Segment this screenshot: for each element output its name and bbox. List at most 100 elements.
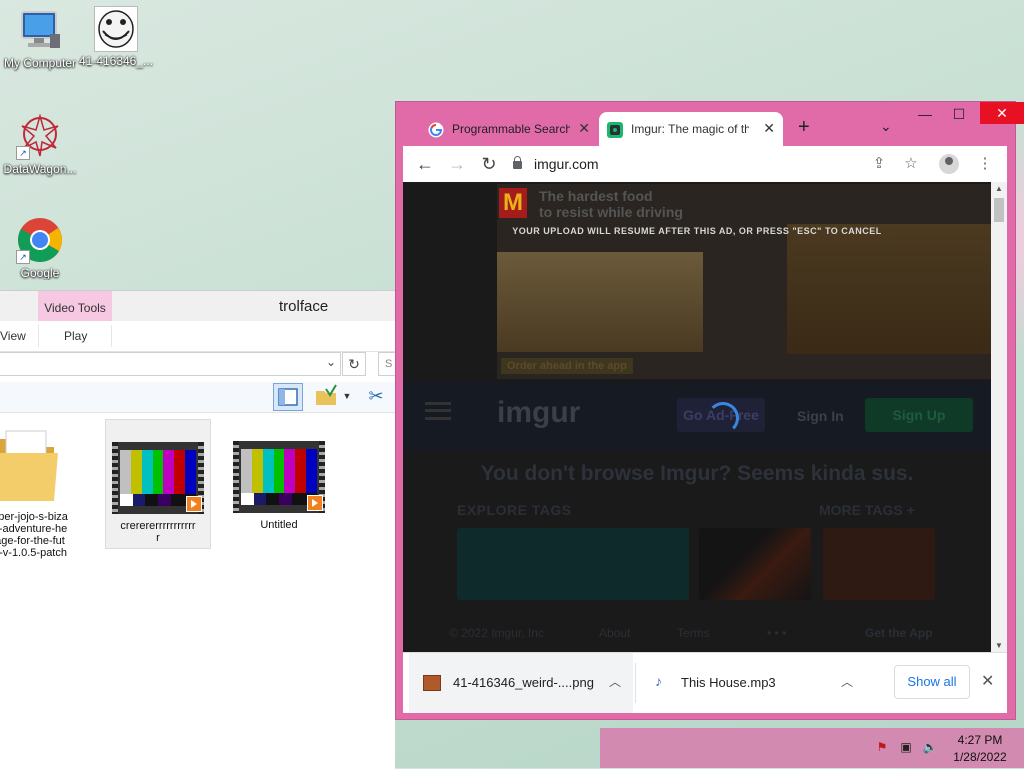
show-all-downloads-button[interactable]: Show all [894,665,970,699]
volume-muted-icon[interactable]: 🔈 [922,740,938,756]
tag-tile[interactable] [457,528,689,600]
tab-programmable-search[interactable]: Programmable Search E ✕ [420,112,598,146]
window-close-button[interactable]: ✕ [980,102,1024,124]
explorer-address-bar[interactable]: ⌄ [0,352,341,376]
page-viewport: M The hardest food to resist while drivi… [403,182,991,652]
download-options-chevron-icon[interactable]: ︿ [841,673,853,690]
footer-get-app-link[interactable]: Get the App [865,626,933,640]
file-name-line: uper-jojo-s-biza [0,511,68,523]
reload-icon[interactable]: ↻ [477,152,501,176]
sign-up-button[interactable]: Sign Up [865,398,973,432]
mcdonalds-logo-icon: M [499,188,527,218]
file-name-line: e-v-1.0.5-patch [0,547,67,559]
chrome-window: Programmable Search E ✕ Imgur: The magic… [395,101,1024,720]
tag-tile[interactable] [699,528,811,600]
minimize-icon[interactable]: — [910,102,940,126]
shortcut-arrow-icon: ↗ [16,146,30,160]
ribbon-divider [38,325,39,347]
menu-kebab-icon[interactable]: ⋮ [973,152,997,176]
page-scrollbar[interactable]: ▲ ▼ [991,182,1007,652]
desktop-icon-trollface-png[interactable]: 41-416346_... [76,6,156,68]
tab-imgur[interactable]: Imgur: The magic of the ✕ [599,112,783,146]
color-bars [120,450,197,494]
close-download-shelf-icon[interactable]: ✕ [981,671,994,691]
audio-file-icon: ♪ [655,673,662,689]
new-tab-plus-icon[interactable]: + [798,116,810,139]
scroll-up-arrow-icon[interactable]: ▲ [995,184,1003,193]
file-name-line: Untitled [260,519,298,531]
imgur-icon [607,122,623,138]
footer-terms-link[interactable]: Terms [677,626,710,640]
forward-arrow-icon[interactable]: → [445,152,469,176]
film-perforation [233,441,239,513]
bookmark-star-icon[interactable]: ☆ [899,152,923,176]
share-icon[interactable]: ⇪ [867,152,891,176]
footer-more-icon[interactable]: • • • [767,626,786,640]
chrome-icon: ↗ [16,216,64,264]
toolbar: ← → ↻ imgur.com ⇪ ☆ ⋮ [403,146,1007,182]
preview-pane-button[interactable] [273,383,303,411]
play-badge-icon [186,496,202,512]
ad-cta-button[interactable]: Order ahead in the app [501,358,633,374]
sign-in-link[interactable]: Sign In [797,408,844,424]
hamburger-menu-icon[interactable] [425,402,451,420]
color-bars [241,449,318,493]
file-item-video-untitled[interactable]: Untitled [227,419,331,531]
desktop-icon-google-chrome[interactable]: ↗ Google Chrome [0,216,80,280]
scissors-icon[interactable]: ✂ [362,383,390,409]
download-options-chevron-icon[interactable]: ︿ [609,673,621,690]
file-item-folder[interactable]: uper-jojo-s-biza e-adventure-he age-for-… [0,419,82,559]
address-bar[interactable]: imgur.com [513,152,893,176]
dropdown-arrow-icon[interactable]: ▼ [340,383,354,409]
tag-tile[interactable] [823,528,935,600]
file-item-video-selected[interactable]: crerererrrrrrrrrrr r [105,419,211,549]
ad-fries-image [787,224,991,354]
ad-headline-line-1: The hardest food [539,188,653,204]
trollface-image-icon [94,6,138,52]
desktop-icon-label: Google Chrome [20,266,60,280]
desktop-icon-label: My Computer [3,56,77,70]
download-item[interactable]: 41-416346_weird-....png ︿ [409,653,633,713]
more-tags-link[interactable]: MORE TAGS + [819,502,915,518]
footer-about-link[interactable]: About [599,626,630,640]
system-clock[interactable]: 4:27 PM 1/28/2022 [944,732,1016,766]
imgur-logo[interactable]: imgur [497,396,580,430]
action-center-flag-icon[interactable]: ⚑ [874,740,890,756]
datawagon-icon: ↗ [16,112,64,160]
shortcut-arrow-icon: ↗ [16,250,30,264]
download-shelf: 41-416346_weird-....png ︿ ♪ This House.m… [403,652,1007,713]
file-name-line: r [156,532,160,544]
folder-icon [0,419,76,511]
loading-spinner-icon [707,402,739,434]
explore-tags-heading: EXPLORE TAGS [457,502,572,518]
tab-strip: Programmable Search E ✕ Imgur: The magic… [396,102,1024,146]
ribbon-tab-play[interactable]: Play [64,329,87,343]
lock-icon[interactable] [513,156,522,169]
scroll-down-arrow-icon[interactable]: ▼ [995,641,1003,650]
computer-icon [16,6,64,54]
tab-search-chevron-icon[interactable]: ⌄ [880,118,892,135]
clock-date: 1/28/2022 [953,750,1007,764]
network-icon[interactable]: ▣ [898,740,914,756]
chevron-down-icon[interactable]: ⌄ [326,355,336,369]
advertisement[interactable]: M The hardest food to resist while drivi… [497,184,991,379]
scrollbar-thumb[interactable] [994,198,1004,222]
close-tab-icon[interactable]: ✕ [763,120,775,137]
color-bars-bottom [241,493,318,505]
explorer-refresh-button[interactable]: ↻ [342,352,366,376]
profile-avatar-icon[interactable] [939,154,959,174]
folder-properties-icon[interactable] [312,383,340,409]
explorer-ribbon-tabs: View Play [0,321,395,352]
close-tab-icon[interactable]: ✕ [578,120,590,137]
back-arrow-icon[interactable]: ← [413,152,437,176]
ribbon-tab-view[interactable]: View [0,329,26,343]
download-filename: 41-416346_weird-....png [453,675,594,690]
tab-title: Programmable Search E [452,122,570,136]
ad-food-image [497,252,703,352]
maximize-icon[interactable]: ☐ [944,102,974,126]
download-item[interactable]: ♪ This House.mp3 ︿ [643,653,867,713]
video-tools-context-tab[interactable]: Video Tools [38,291,112,321]
desktop-icon-datawagon[interactable]: ↗ DataWagon... [0,112,80,176]
desktop-icon-label: 41-416346_... [78,54,154,68]
desktop-icon-my-computer[interactable]: My Computer [0,6,80,70]
